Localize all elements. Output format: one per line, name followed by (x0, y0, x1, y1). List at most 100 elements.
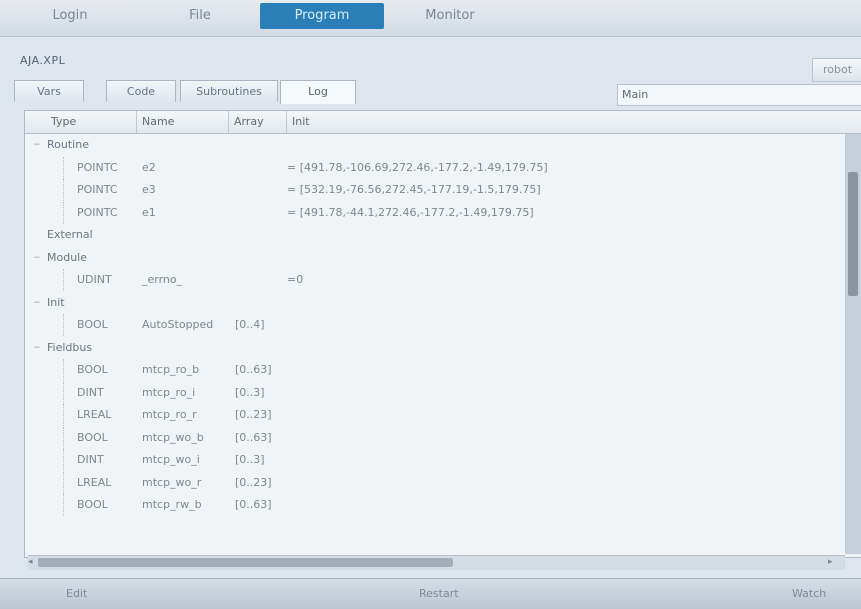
table-row[interactable]: LREAL mtcp_ro_r [0..23] (25, 404, 861, 426)
minus-icon[interactable]: − (33, 292, 41, 314)
group-row[interactable]: − Routine (25, 134, 861, 156)
cell-type: BOOL (77, 363, 108, 376)
group-row[interactable]: − Init (25, 292, 861, 314)
cell-array: [0..3] (235, 385, 265, 399)
group-row[interactable]: − Module (25, 247, 861, 269)
cell-type: DINT (77, 385, 104, 399)
cell-name: mtcp_ro_i (142, 385, 196, 399)
table-row[interactable]: DINT mtcp_ro_i [0..3] (25, 381, 861, 404)
tree-connector (63, 426, 64, 449)
group-label: Module (47, 250, 87, 264)
tree-connector (63, 156, 64, 179)
cell-type: LREAL (77, 408, 112, 421)
routine-select-value: Main (622, 88, 649, 101)
tree-connector (63, 201, 64, 224)
cell-name: mtcp_ro_b (142, 363, 200, 376)
variables-table: Type Name Array Init − Routine POINTC e2 = [… (24, 110, 861, 558)
window-title: AJA.XPL (20, 54, 66, 67)
cell-name: e2 (142, 160, 156, 174)
cell-array: [0..63] (235, 363, 272, 376)
table-row[interactable]: BOOL AutoStopped [0..4] (25, 314, 861, 336)
tree-connector (63, 381, 64, 404)
group-label: Routine (47, 138, 89, 151)
cell-name: _errno_ (142, 273, 183, 286)
tree-connector (63, 404, 64, 426)
tree-connector (63, 179, 64, 201)
cell-name: e1 (142, 205, 156, 219)
vertical-scroll-thumb[interactable] (848, 172, 858, 296)
tab-monitor[interactable]: Monitor (400, 3, 500, 29)
cell-type: BOOL (77, 318, 108, 331)
cell-type: BOOL (77, 498, 108, 511)
cell-array: [0..63] (235, 498, 272, 511)
tab-vars[interactable]: Vars (14, 80, 84, 102)
group-row[interactable]: − Fieldbus (25, 337, 861, 359)
cell-name: mtcp_rw_b (142, 498, 202, 511)
tab-log[interactable]: Log (280, 80, 356, 104)
group-label: Init (47, 295, 65, 309)
group-label: Fieldbus (47, 340, 93, 354)
cell-type: LREAL (77, 475, 112, 489)
robot-button[interactable]: robot (812, 58, 861, 82)
restart-button[interactable]: Restart (419, 587, 459, 600)
cell-name: mtcp_wo_i (142, 453, 200, 466)
horizontal-scroll-thumb[interactable] (38, 558, 453, 567)
cell-array: [0..23] (235, 408, 272, 421)
tab-subroutines[interactable]: Subroutines (180, 80, 278, 102)
cell-init: = [491.78,-106.69,272.46,-177.2,-1.49,17… (287, 160, 548, 174)
minus-icon[interactable]: − (33, 247, 41, 269)
table-row[interactable]: BOOL mtcp_rw_b [0..63] (25, 494, 861, 516)
table-row[interactable]: POINTC e1 = [491.78,-44.1,272.46,-177.2,-1… (25, 201, 861, 224)
tab-program[interactable]: Program (260, 3, 384, 29)
cell-name: e3 (142, 183, 156, 196)
routine-select[interactable]: Main (617, 84, 861, 106)
table-row[interactable]: POINTC e2 = [491.78,-106.69,272.46,-177.2,… (25, 156, 861, 179)
column-array[interactable]: Array (229, 111, 287, 133)
minus-icon[interactable]: − (33, 134, 41, 156)
table-header: Type Name Array Init (25, 111, 861, 134)
cell-name: mtcp_ro_r (142, 408, 197, 421)
table-row[interactable]: DINT mtcp_wo_i [0..3] (25, 449, 861, 471)
group-row[interactable]: External (25, 224, 861, 246)
table-row[interactable]: LREAL mtcp_wo_r [0..23] (25, 471, 861, 494)
top-navigation-bar: Login File Program Monitor (0, 0, 861, 37)
cell-name: AutoStopped (142, 318, 214, 331)
group-label: External (47, 228, 93, 241)
tree-connector (63, 494, 64, 516)
column-init[interactable]: Init (287, 111, 861, 133)
arrow-left-icon[interactable]: ◂ (28, 556, 33, 569)
cell-array: [0..63] (235, 430, 272, 444)
vertical-scrollbar[interactable] (845, 134, 861, 554)
cell-name: mtcp_wo_r (142, 475, 202, 489)
cell-init: =0 (287, 273, 304, 286)
cell-array: [0..3] (235, 453, 265, 466)
cell-type: BOOL (77, 430, 108, 444)
table-row[interactable]: BOOL mtcp_wo_b [0..63] (25, 426, 861, 449)
tree-connector (63, 449, 64, 471)
tree-connector (63, 471, 64, 494)
tab-file[interactable]: File (150, 3, 250, 29)
tree-connector (63, 314, 64, 336)
tree-connector (63, 269, 64, 291)
cell-type: DINT (77, 453, 104, 466)
cell-init: = [532.19,-76.56,272.45,-177.19,-1.5,179… (287, 183, 541, 196)
arrow-right-icon[interactable]: ▸ (828, 556, 833, 569)
table-row[interactable]: BOOL mtcp_ro_b [0..63] (25, 359, 861, 381)
table-row[interactable]: UDINT _errno_ =0 (25, 269, 861, 291)
tab-code[interactable]: Code (106, 80, 176, 102)
cell-type: POINTC (77, 183, 118, 196)
horizontal-scrollbar[interactable]: ◂ ▸ (28, 555, 845, 570)
table-row[interactable]: POINTC e3 = [532.19,-76.56,272.45,-177.19,… (25, 179, 861, 201)
tab-login[interactable]: Login (20, 3, 120, 29)
cell-name: mtcp_wo_b (142, 430, 204, 444)
column-type[interactable]: Type (25, 111, 137, 133)
watch-button[interactable]: Watch (792, 587, 826, 600)
cell-init: = [491.78,-44.1,272.46,-177.2,-1.49,179.… (287, 205, 534, 219)
cell-array: [0..4] (235, 318, 265, 331)
cell-type: POINTC (77, 205, 118, 219)
tree-connector (63, 359, 64, 381)
edit-button[interactable]: Edit (66, 587, 87, 600)
minus-icon[interactable]: − (33, 337, 41, 359)
column-name[interactable]: Name (137, 111, 229, 133)
cell-type: POINTC (77, 160, 118, 174)
